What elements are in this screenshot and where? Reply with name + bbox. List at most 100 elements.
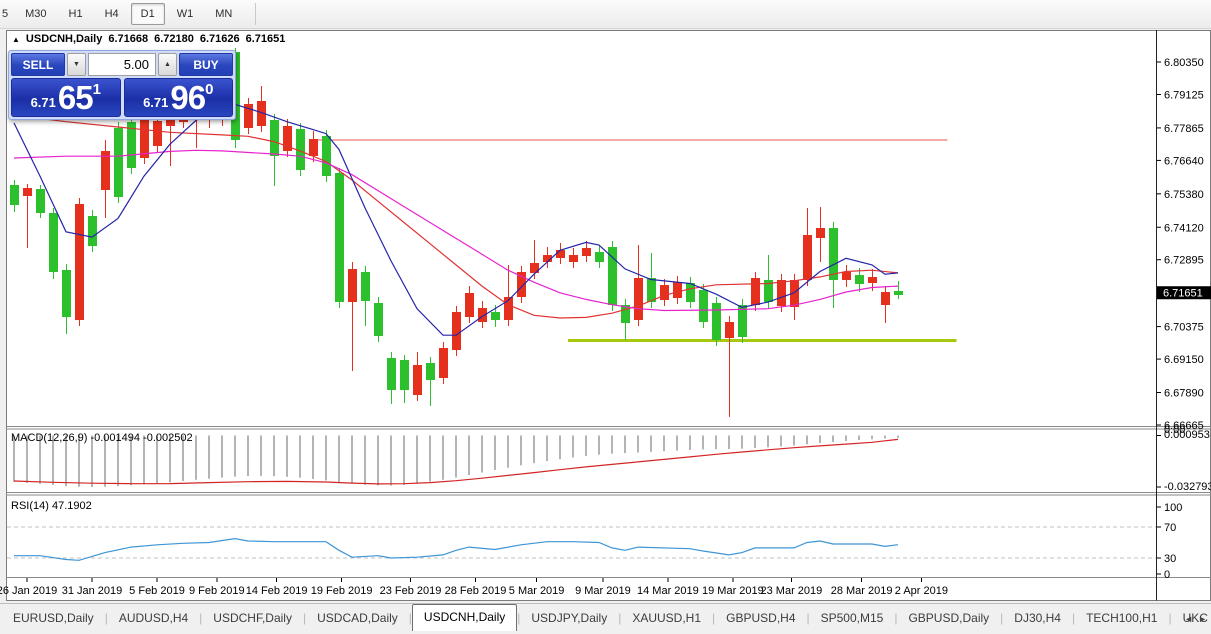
macd-histogram-bar bbox=[767, 435, 769, 448]
candle bbox=[634, 277, 643, 321]
candle bbox=[569, 255, 578, 262]
candle bbox=[452, 311, 461, 351]
candle bbox=[777, 280, 786, 307]
chart-tab-usdchf-daily[interactable]: USDCHF,Daily bbox=[202, 607, 303, 631]
timeframe-button-m30[interactable]: M30 bbox=[15, 3, 56, 25]
price-axis-label: 6.80350 bbox=[1164, 57, 1204, 69]
date-label: 28 Feb 2019 bbox=[445, 585, 507, 597]
macd-histogram-bar bbox=[858, 435, 860, 441]
rsi-axis-label: 100 bbox=[1164, 502, 1182, 514]
tab-scroll-left-icon[interactable]: ◄ bbox=[1184, 614, 1193, 624]
chart-tab-eurusd-daily[interactable]: EURUSD,Daily bbox=[2, 607, 105, 631]
date-label: 5 Mar 2019 bbox=[509, 585, 565, 597]
tab-scroll-arrows: ◄ ► bbox=[1184, 614, 1207, 624]
one-click-trade-panel: SELL ▼ 5.00 ▲ BUY 6.71 65 1 6.71 96 0 bbox=[8, 50, 236, 120]
candle bbox=[153, 120, 162, 147]
candle bbox=[491, 311, 500, 321]
candle bbox=[101, 151, 110, 191]
candle bbox=[556, 250, 565, 259]
macd-histogram-bar bbox=[663, 435, 665, 452]
macd-histogram-bar bbox=[377, 435, 379, 486]
macd-histogram-bar bbox=[585, 435, 587, 456]
chart-tab-xauusd-h1[interactable]: XAUUSD,H1 bbox=[621, 607, 712, 631]
macd-histogram-bar bbox=[793, 435, 795, 446]
collapse-triangle-icon[interactable]: ▲ bbox=[12, 35, 20, 44]
macd-histogram-bar bbox=[780, 435, 782, 447]
date-label: 31 Jan 2019 bbox=[62, 585, 123, 597]
macd-histogram-bar bbox=[247, 435, 249, 477]
buy-price-button[interactable]: 6.71 96 0 bbox=[123, 78, 233, 117]
chart-tab-gbpusd-h4[interactable]: GBPUSD,H4 bbox=[715, 607, 806, 631]
candle bbox=[426, 363, 435, 381]
macd-histogram-bar bbox=[884, 435, 886, 439]
macd-histogram-bar bbox=[559, 435, 561, 460]
chart-tab-usdcnh-daily[interactable]: USDCNH,Daily bbox=[411, 604, 518, 631]
current-price-label: 6.71651 bbox=[1163, 288, 1203, 300]
chart-tab-usdcad-daily[interactable]: USDCAD,Daily bbox=[306, 607, 409, 631]
date-label: 14 Feb 2019 bbox=[246, 585, 308, 597]
candle bbox=[816, 228, 825, 239]
timeframe-button-h4[interactable]: H4 bbox=[95, 3, 129, 25]
volume-increase-button[interactable]: ▲ bbox=[158, 53, 177, 76]
macd-histogram-bar bbox=[754, 435, 756, 449]
candle bbox=[270, 120, 279, 156]
candle bbox=[725, 321, 734, 338]
candle bbox=[608, 246, 617, 305]
macd-histogram-bar bbox=[403, 435, 405, 485]
chart-tab-usdjpy-daily[interactable]: USDJPY,Daily bbox=[520, 607, 618, 631]
macd-histogram-bar bbox=[325, 435, 327, 481]
candle bbox=[673, 282, 682, 299]
candle bbox=[114, 128, 123, 198]
candle bbox=[868, 277, 877, 283]
candle bbox=[842, 272, 851, 281]
sell-price-button[interactable]: 6.71 65 1 bbox=[11, 78, 121, 117]
macd-axis-label: 0.000953 bbox=[1164, 429, 1210, 441]
macd-histogram-bar bbox=[650, 435, 652, 452]
macd-histogram-bar bbox=[533, 435, 535, 464]
macd-histogram-bar bbox=[806, 435, 808, 445]
candle bbox=[647, 277, 656, 303]
macd-histogram-bar bbox=[429, 435, 431, 482]
chart-title: ▲ USDCNH,Daily 6.71668 6.72180 6.71626 6… bbox=[12, 33, 285, 45]
date-label: 2 Apr 2019 bbox=[895, 585, 948, 597]
sell-button[interactable]: SELL bbox=[11, 53, 65, 76]
candle bbox=[309, 138, 318, 156]
macd-histogram-bar bbox=[208, 435, 210, 479]
macd-histogram-bar bbox=[689, 435, 691, 450]
price-axis-label: 6.77865 bbox=[1164, 123, 1204, 135]
timeframe-button-h1[interactable]: H1 bbox=[59, 3, 93, 25]
macd-histogram-bar bbox=[455, 435, 457, 478]
macd-histogram-bar bbox=[611, 435, 613, 454]
macd-histogram-bar bbox=[299, 435, 301, 478]
macd-histogram-bar bbox=[715, 435, 717, 450]
timeframe-button-5[interactable]: 5 bbox=[0, 3, 13, 25]
volume-input[interactable]: 5.00 bbox=[88, 53, 156, 76]
rsi-axis-label: 0 bbox=[1164, 569, 1170, 581]
ohlc-high: 6.72180 bbox=[154, 33, 194, 45]
timeframe-button-w1[interactable]: W1 bbox=[167, 3, 204, 25]
timeframe-toolbar: 5 M30 H1 H4 D1 W1 MN bbox=[0, 0, 1211, 29]
candle bbox=[88, 216, 97, 247]
macd-histogram-bar bbox=[221, 435, 223, 478]
macd-axis-label: -0.032793 bbox=[1164, 481, 1211, 493]
timeframe-button-d1[interactable]: D1 bbox=[130, 3, 165, 25]
volume-decrease-button[interactable]: ▼ bbox=[67, 53, 86, 76]
candle bbox=[413, 364, 422, 396]
price-axis-label: 6.76640 bbox=[1164, 155, 1204, 167]
ohlc-open: 6.71668 bbox=[108, 33, 149, 45]
buy-button[interactable]: BUY bbox=[179, 53, 233, 76]
chart-tab-bar: EURUSD,Daily | AUDUSD,H4 | USDCHF,Daily | USDC… bbox=[0, 603, 1211, 631]
price-axis-label: 6.75380 bbox=[1164, 189, 1204, 201]
chart-tab-gbpusd-daily[interactable]: GBPUSD,Daily bbox=[897, 607, 1000, 631]
chart-tab-dj30-h4[interactable]: DJ30,H4 bbox=[1003, 607, 1072, 631]
candle bbox=[439, 347, 448, 378]
tab-scroll-right-icon[interactable]: ► bbox=[1198, 614, 1207, 624]
candle bbox=[803, 234, 812, 281]
timeframe-button-mn[interactable]: MN bbox=[205, 3, 242, 25]
chart-tab-tech100-h1[interactable]: TECH100,H1 bbox=[1075, 607, 1168, 631]
candle bbox=[751, 277, 760, 305]
chart-tab-audusd-h4[interactable]: AUDUSD,H4 bbox=[108, 607, 199, 631]
date-label: 9 Mar 2019 bbox=[575, 585, 631, 597]
chart-tab-sp500-m15[interactable]: SP500,M15 bbox=[810, 607, 895, 631]
sell-price-prefix: 6.71 bbox=[30, 95, 56, 110]
